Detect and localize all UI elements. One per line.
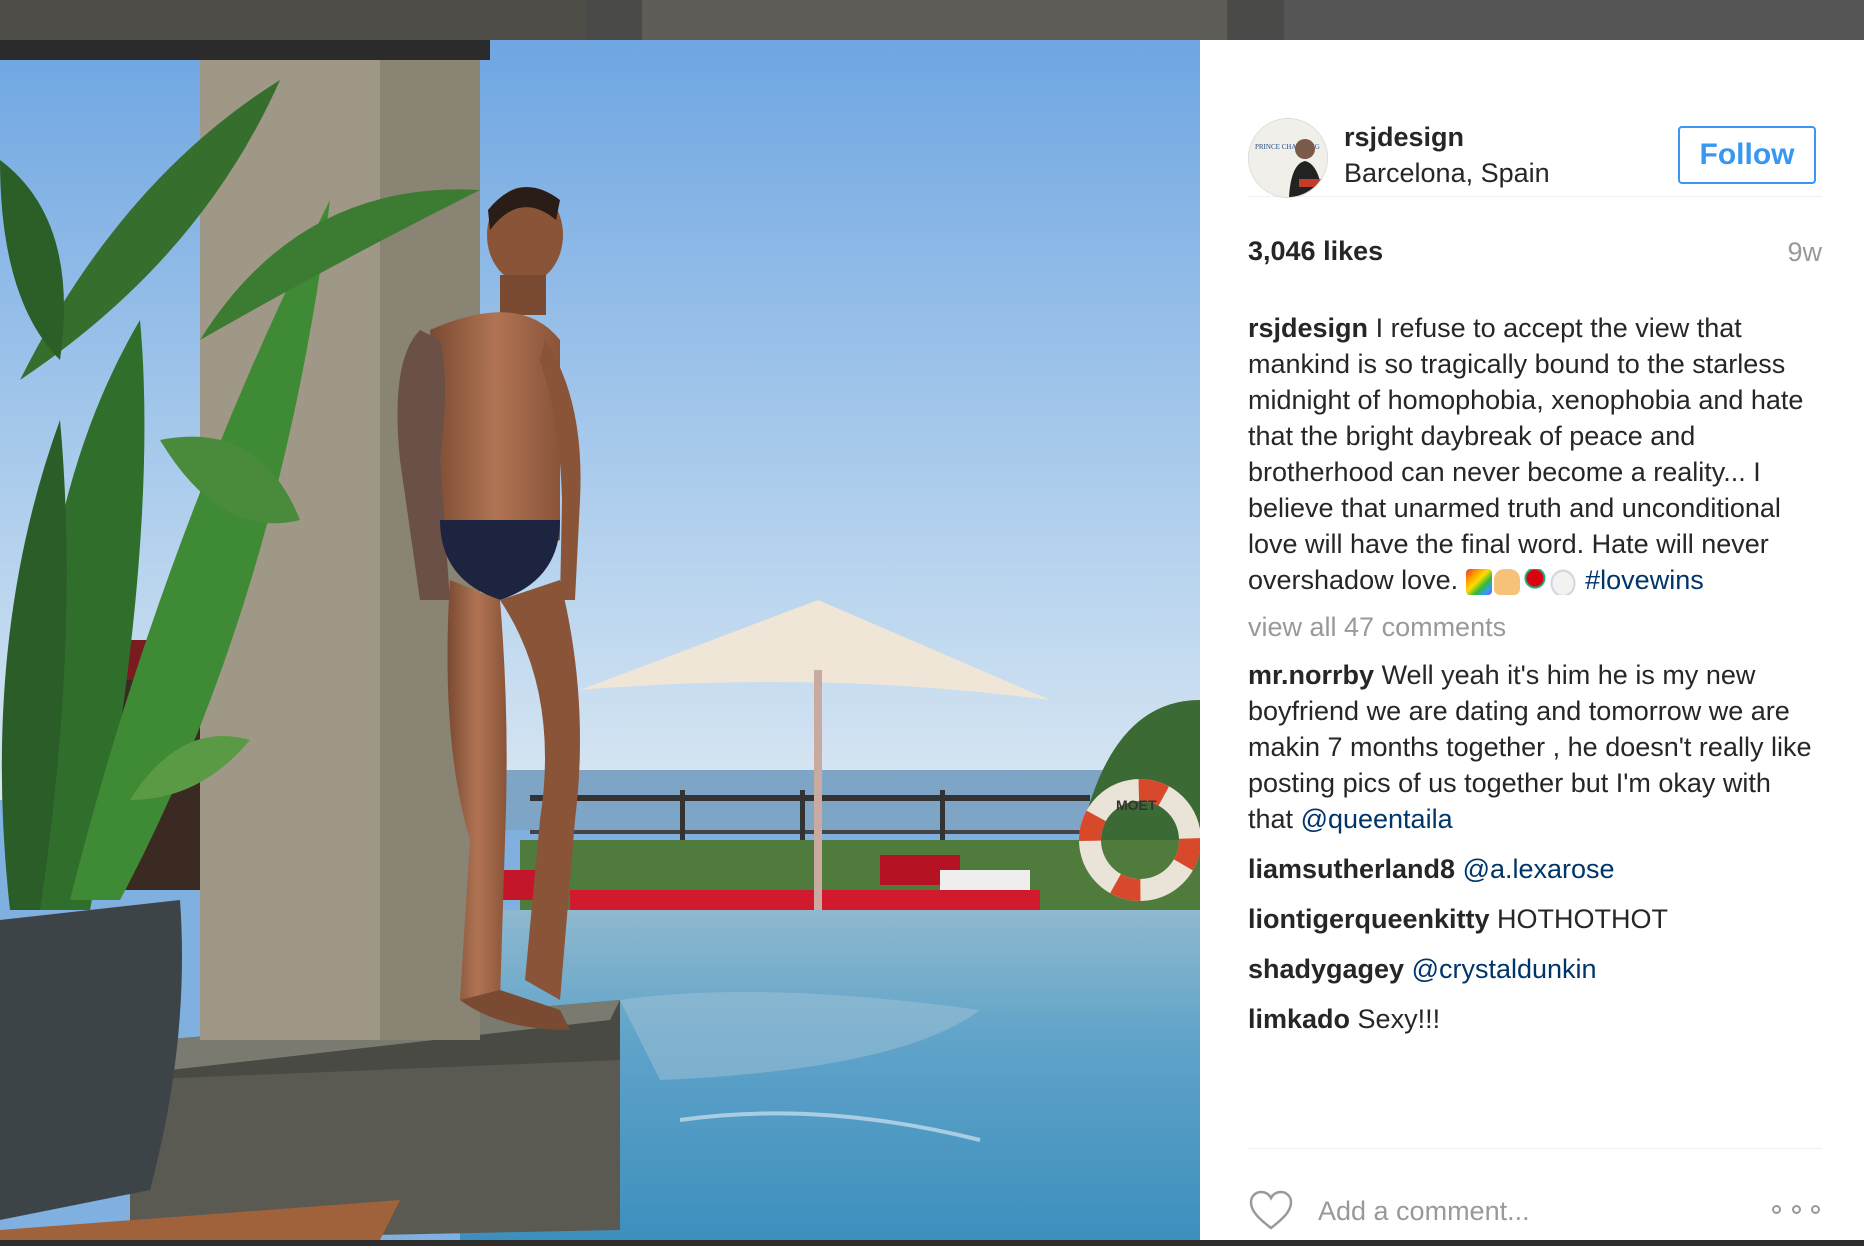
comment-item: limkado Sexy!!! — [1248, 1001, 1818, 1037]
background-bottom-strip — [0, 1240, 1864, 1246]
praying-hands-emoji — [1493, 568, 1520, 595]
comment-item: liontigerqueenkitty HOTHOTHOT — [1248, 901, 1818, 937]
add-comment-input[interactable] — [1316, 1185, 1750, 1237]
post-location[interactable]: Barcelona, Spain — [1344, 158, 1550, 189]
post-username[interactable]: rsjdesign — [1344, 122, 1464, 153]
comment-text: HOTHOTHOT — [1497, 903, 1669, 934]
comment-mention[interactable]: @crystaldunkin — [1412, 954, 1597, 984]
dot — [1811, 1204, 1820, 1214]
ring-text: MOET — [1116, 797, 1157, 813]
pool-photo: MOET — [0, 40, 1200, 1240]
comment-item: mr.norrby Well yeah it's him he is my ne… — [1248, 657, 1818, 837]
comment-mention[interactable]: @a.lexarose — [1463, 854, 1615, 884]
comment-username[interactable]: liontigerqueenkitty — [1248, 904, 1490, 934]
caption: rsjdesign I refuse to accept the view th… — [1248, 310, 1818, 600]
post-header: PRINCE CHARMING rsjdesign Barcelona, Spa… — [1248, 80, 1822, 198]
post-timestamp[interactable]: 9w — [1787, 237, 1822, 268]
post-footer — [1248, 1148, 1822, 1241]
comment-list: rsjdesign I refuse to accept the view th… — [1248, 310, 1818, 1148]
background-thumb — [0, 0, 585, 40]
heart-icon[interactable] — [1248, 1189, 1294, 1231]
avatar-image: PRINCE CHARMING — [1249, 119, 1327, 197]
follow-button[interactable]: Follow — [1678, 126, 1816, 184]
caption-username[interactable]: rsjdesign — [1248, 313, 1368, 343]
comment-username[interactable]: liamsutherland8 — [1248, 854, 1455, 884]
comment-item: shadygagey @crystaldunkin — [1248, 951, 1818, 987]
rose-emoji — [1521, 568, 1548, 595]
dove-emoji — [1549, 568, 1576, 595]
dot — [1772, 1204, 1781, 1214]
dot — [1791, 1204, 1801, 1214]
background-thumb — [642, 0, 1227, 40]
caption-emojis — [1465, 564, 1578, 600]
caption-hashtag[interactable]: #lovewins — [1585, 565, 1704, 595]
caption-text: I refuse to accept the view that mankind… — [1248, 313, 1804, 595]
background-feed-strip — [0, 0, 1864, 40]
comment-text: Sexy!!! — [1357, 1003, 1441, 1034]
view-all-comments-link[interactable]: view all 47 comments — [1248, 612, 1818, 643]
avatar[interactable]: PRINCE CHARMING — [1248, 118, 1328, 198]
background-thumb — [1284, 0, 1864, 40]
comment-item: liamsutherland8 @a.lexarose — [1248, 851, 1818, 887]
rainbow-emoji — [1465, 568, 1492, 595]
more-options-icon[interactable] — [1772, 1201, 1820, 1217]
post-photo[interactable]: MOET — [0, 40, 1200, 1240]
comment-mention[interactable]: @queentaila — [1301, 804, 1453, 834]
comment-username[interactable]: shadygagey — [1248, 954, 1404, 984]
comment-username[interactable]: limkado — [1248, 1004, 1350, 1034]
comment-username[interactable]: mr.norrby — [1248, 660, 1374, 690]
post-side-panel: PRINCE CHARMING rsjdesign Barcelona, Spa… — [1200, 40, 1864, 1240]
like-count[interactable]: 3,046 likes — [1248, 236, 1383, 267]
